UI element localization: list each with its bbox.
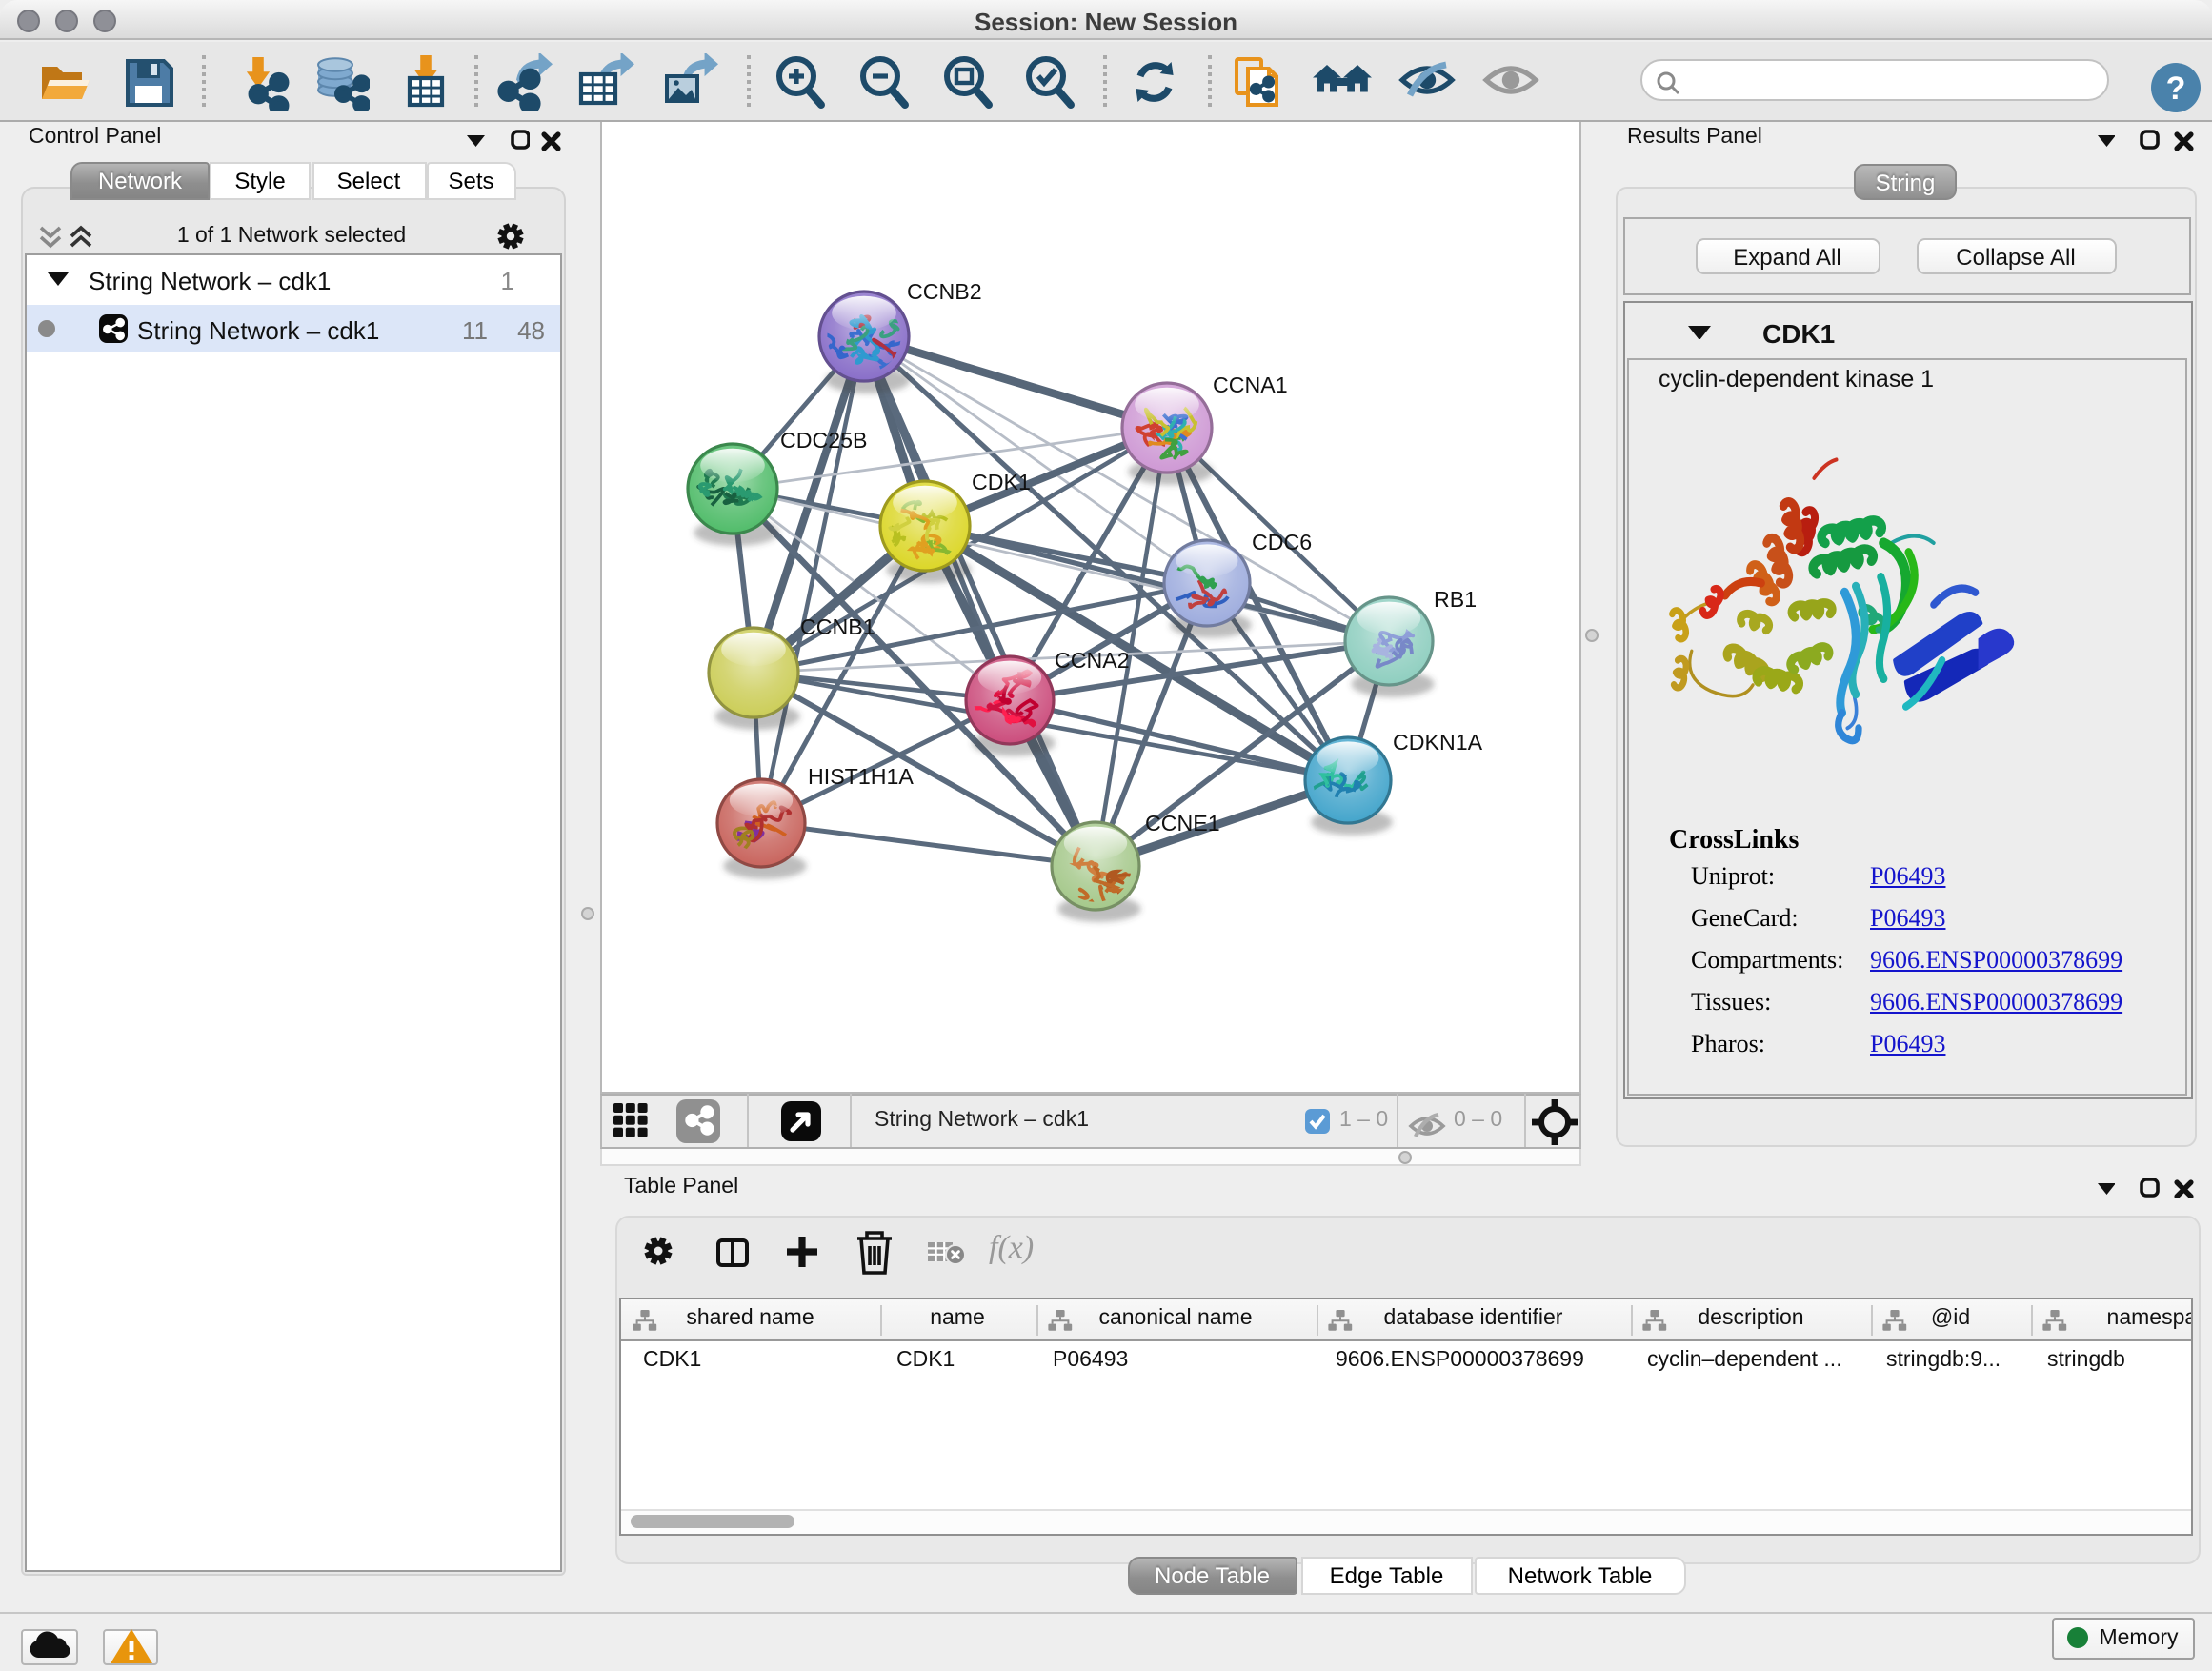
svg-text:CDK1: CDK1 [971, 470, 1030, 494]
svg-text:CCNB2: CCNB2 [906, 279, 981, 304]
svg-text:?: ? [2166, 70, 2186, 107]
svg-text:CCNE1: CCNE1 [1144, 811, 1219, 836]
svg-text:CCNA2: CCNA2 [1054, 648, 1129, 673]
svg-text:CCNB1: CCNB1 [799, 614, 875, 639]
svg-text:CDC6: CDC6 [1251, 530, 1311, 554]
svg-text:RB1: RB1 [1433, 587, 1476, 612]
svg-text:HIST1H1A: HIST1H1A [807, 764, 913, 789]
svg-text:CDC25B: CDC25B [779, 428, 867, 453]
svg-text:CDKN1A: CDKN1A [1392, 730, 1482, 755]
svg-text:CCNA1: CCNA1 [1212, 372, 1287, 397]
